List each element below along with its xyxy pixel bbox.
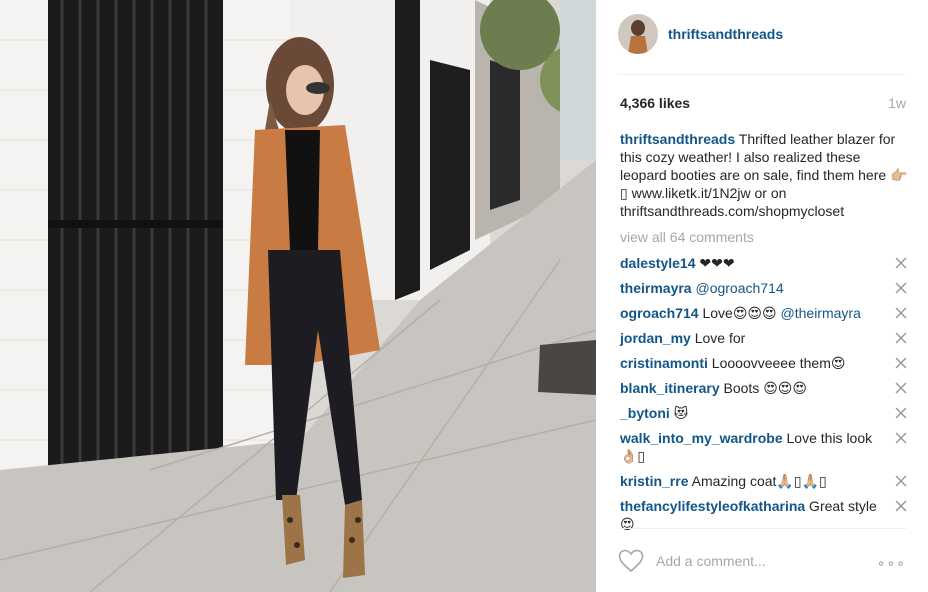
close-icon[interactable] xyxy=(894,381,908,395)
comment-username[interactable]: thefancylifestyleofkatharina xyxy=(620,498,805,514)
comment-username[interactable]: walk_into_my_wardrobe xyxy=(620,430,783,446)
comment-item: cristinamonti Loooovveeee them😍 xyxy=(620,354,910,372)
comment-item: theirmayra @ogroach714 xyxy=(620,279,910,297)
comment-username[interactable]: cristinamonti xyxy=(620,355,708,371)
post-panel: thriftsandthreads 4,366 likes 1w thrifts… xyxy=(596,0,928,592)
add-comment-input[interactable]: Add a comment... xyxy=(656,553,766,569)
comment-username[interactable]: dalestyle14 xyxy=(620,255,696,271)
comment-item: blank_itinerary Boots 😍😍😍 xyxy=(620,379,910,397)
close-icon[interactable] xyxy=(894,406,908,420)
comments-list: dalestyle14 ❤❤❤ theirmayra @ogroach714 o… xyxy=(620,254,910,540)
photo-illustration xyxy=(0,0,596,592)
close-icon[interactable] xyxy=(894,499,908,513)
close-icon[interactable] xyxy=(894,356,908,370)
comment-text: ❤❤❤ xyxy=(695,255,735,271)
close-icon[interactable] xyxy=(894,256,908,270)
close-icon[interactable] xyxy=(894,306,908,320)
comment-text: Loooovveeee them😍 xyxy=(707,355,846,371)
comment-username[interactable]: jordan_my xyxy=(620,330,691,346)
comment-username[interactable]: blank_itinerary xyxy=(620,380,720,396)
comment-username[interactable]: _bytoni xyxy=(620,405,670,421)
post-header: thriftsandthreads xyxy=(618,13,906,75)
comment-username[interactable]: theirmayra xyxy=(620,280,692,296)
avatar-image xyxy=(618,14,658,54)
comment-text: Amazing coat🙏🏼▯🙏🏼▯ xyxy=(688,473,827,489)
view-all-comments-link[interactable]: view all 64 comments xyxy=(620,229,754,245)
comment-text: Boots 😍😍😍 xyxy=(719,380,807,396)
likes-count[interactable]: 4,366 likes xyxy=(620,95,690,111)
close-icon[interactable] xyxy=(894,331,908,345)
comment-mention[interactable]: @theirmayra xyxy=(781,305,861,321)
post-username[interactable]: thriftsandthreads xyxy=(668,26,783,42)
heart-icon[interactable] xyxy=(618,549,644,573)
comment-username[interactable]: kristin_rre xyxy=(620,473,688,489)
comment-text: 😻 xyxy=(669,405,689,421)
comment-item: _bytoni 😻 xyxy=(620,404,910,422)
close-icon[interactable] xyxy=(894,281,908,295)
more-options-icon[interactable]: ∘∘∘ xyxy=(877,555,906,572)
avatar[interactable] xyxy=(618,14,658,54)
comment-text: Love for xyxy=(690,330,746,346)
comment-item: jordan_my Love for xyxy=(620,329,910,347)
comment-item: ogroach714 Love😍😍😍 @theirmayra xyxy=(620,304,910,322)
comment-item: dalestyle14 ❤❤❤ xyxy=(620,254,910,272)
post-photo xyxy=(0,0,596,592)
post-caption: thriftsandthreads Thrifted leather blaze… xyxy=(620,130,908,220)
comment-item: walk_into_my_wardrobe Love this look 👌🏼▯ xyxy=(620,429,910,465)
comment-username[interactable]: ogroach714 xyxy=(620,305,699,321)
close-icon[interactable] xyxy=(894,474,908,488)
comment-mention[interactable]: @ogroach714 xyxy=(695,280,783,296)
comment-item: kristin_rre Amazing coat🙏🏼▯🙏🏼▯ xyxy=(620,472,910,490)
caption-username[interactable]: thriftsandthreads xyxy=(620,131,735,147)
close-icon[interactable] xyxy=(894,431,908,445)
post-time[interactable]: 1w xyxy=(888,95,906,111)
comment-text: Love😍😍😍 xyxy=(698,305,781,321)
post-footer: Add a comment... ∘∘∘ xyxy=(618,528,906,592)
